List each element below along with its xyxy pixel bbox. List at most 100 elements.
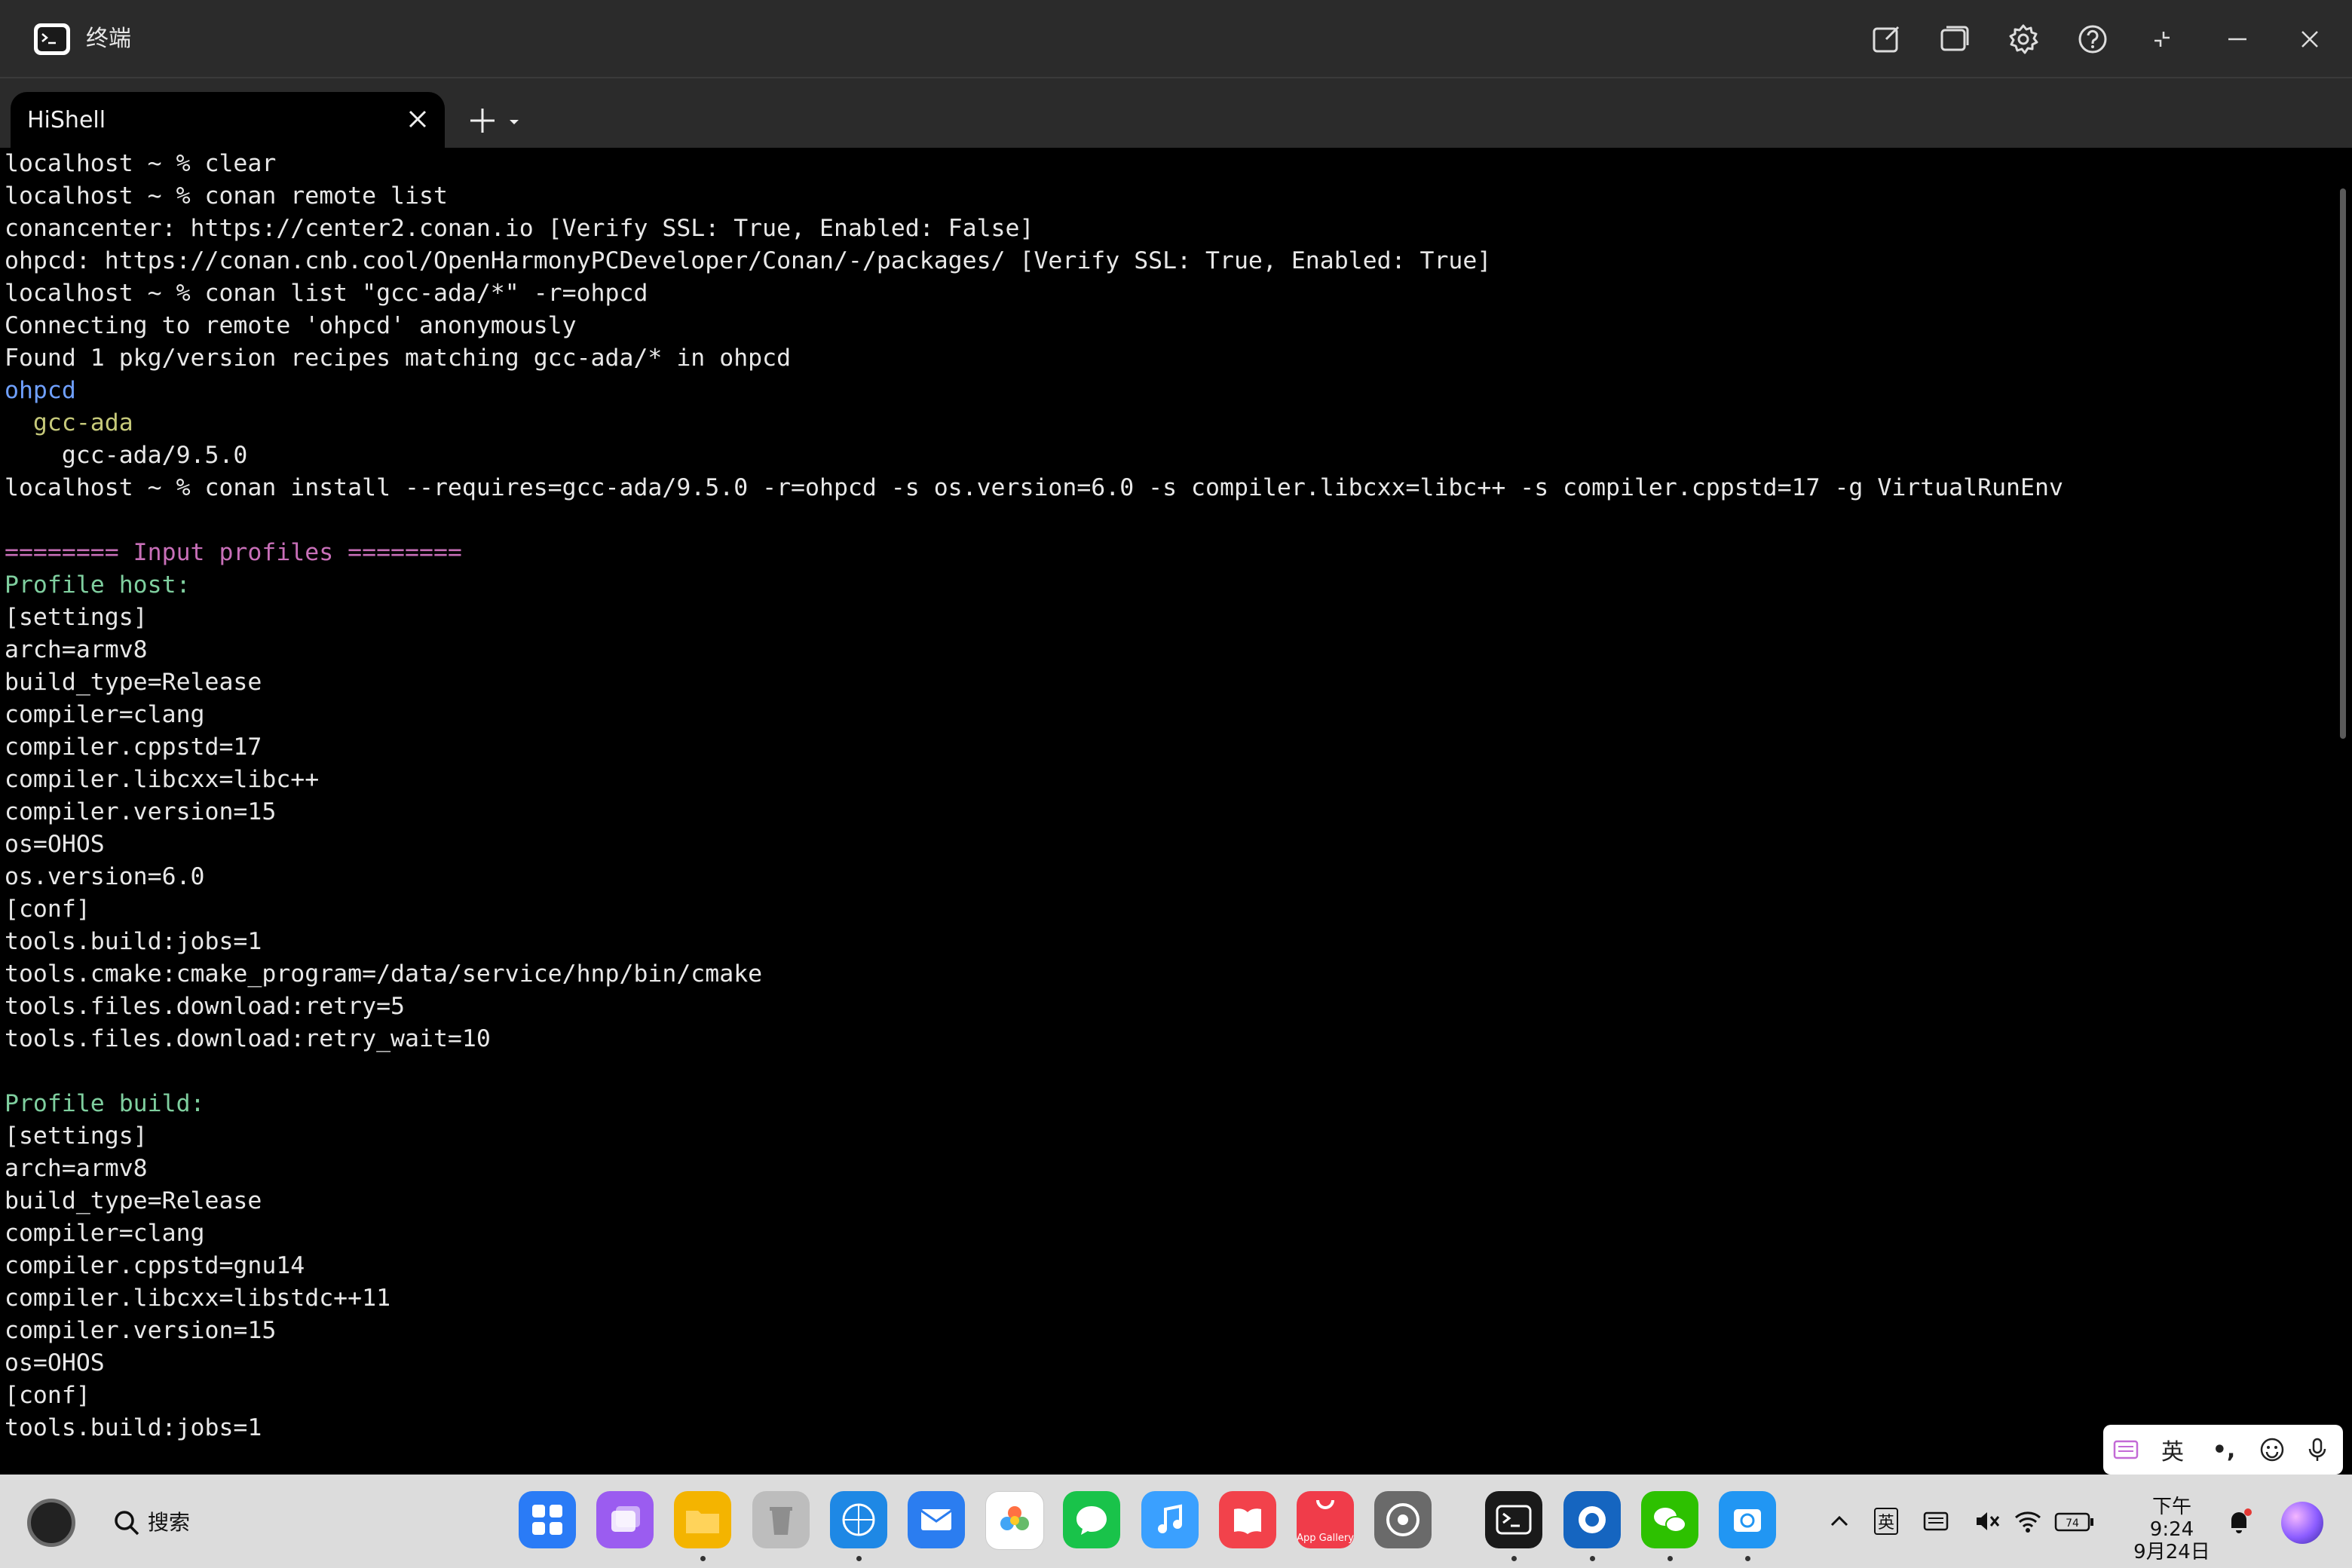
terminal-line: tools.build:jobs=1 — [5, 928, 262, 955]
ime-toolbar: 英 •, — [2103, 1425, 2343, 1475]
ime-emoji-button[interactable] — [2251, 1425, 2293, 1475]
assistant-avatar[interactable] — [2281, 1502, 2323, 1544]
emoji-icon — [2260, 1438, 2284, 1462]
minimize-icon — [2228, 38, 2246, 41]
minimize-button[interactable] — [2216, 18, 2259, 60]
scrollbar[interactable] — [2340, 188, 2346, 739]
terminal-line: [conf] — [5, 896, 90, 923]
search-label[interactable]: 搜索 — [148, 1505, 190, 1541]
terminal-line: ======== Input profiles ======== — [5, 539, 462, 566]
tray-wifi[interactable] — [2011, 1505, 2044, 1538]
tray-keyboard[interactable] — [1919, 1505, 1952, 1538]
ime-punct-button[interactable]: •, — [2201, 1425, 2246, 1475]
ime-lang-button[interactable]: 英 — [2150, 1425, 2195, 1475]
battery-icon: 74 — [2054, 1512, 2093, 1532]
terminal-icon — [1496, 1505, 1532, 1535]
terminal-line: Connecting to remote 'ohpcd' anonymously — [5, 312, 577, 339]
tray-expand-button[interactable] — [1823, 1505, 1856, 1538]
terminal-line: compiler=clang — [5, 1220, 205, 1247]
books-icon — [1234, 1508, 1261, 1534]
dock-app-terminal[interactable] — [1485, 1491, 1542, 1548]
terminal-line: compiler.libcxx=libstdc++11 — [5, 1285, 391, 1312]
terminal-line: arch=armv8 — [5, 636, 148, 663]
terminal-line: Profile build: — [5, 1090, 205, 1117]
terminal-line: Profile host: — [5, 571, 191, 599]
terminal-output[interactable]: localhost ~ % clear localhost ~ % conan r… — [0, 148, 2337, 1475]
terminal-line: localhost ~ % conan install --requires=g… — [5, 474, 2063, 501]
chevron-down-icon[interactable] — [505, 113, 523, 131]
help-icon — [2078, 25, 2107, 54]
terminal-line: arch=armv8 — [5, 1155, 148, 1182]
plus-icon[interactable] — [466, 104, 499, 137]
split-window-button[interactable] — [1933, 18, 1975, 60]
dock-app-app-store[interactable] — [1719, 1491, 1776, 1548]
gallery-icon — [1000, 1506, 1029, 1530]
start-button[interactable] — [27, 1499, 75, 1547]
gear-icon — [2009, 24, 2038, 54]
terminal-line: os=OHOS — [5, 831, 105, 858]
restore-icon — [2154, 32, 2170, 47]
clock[interactable]: 下午9:24 9月24日 — [2130, 1496, 2213, 1563]
wechat-icon — [1654, 1508, 1686, 1533]
running-indicator — [1668, 1556, 1673, 1561]
windows-icon — [1940, 26, 1969, 51]
dock-app-email[interactable] — [908, 1491, 965, 1548]
multitask-icon — [611, 1506, 640, 1532]
ime-keyboard-button[interactable] — [2108, 1425, 2144, 1475]
messages-icon — [1076, 1506, 1107, 1535]
dock-app-wechat[interactable] — [1641, 1491, 1698, 1548]
running-indicator — [1590, 1556, 1595, 1561]
new-window-button[interactable] — [1865, 18, 1907, 60]
running-indicator — [1511, 1556, 1517, 1561]
ime-voice-button[interactable] — [2296, 1425, 2338, 1475]
search-icon[interactable] — [112, 1508, 142, 1538]
settings-button[interactable] — [2002, 18, 2044, 60]
dock-app-multitask[interactable] — [596, 1491, 654, 1548]
terminal-line: compiler.libcxx=libc++ — [5, 766, 320, 793]
terminal-line: conancenter: https://center2.conan.io [V… — [5, 215, 1034, 242]
dock-app-gallery[interactable] — [985, 1491, 1044, 1550]
running-indicator — [700, 1556, 706, 1561]
tray-ime-lang[interactable]: 英 — [1870, 1505, 1903, 1538]
terminal-line: gcc-ada/9.5.0 — [5, 442, 248, 469]
ime-lang-label: 英 — [1873, 1508, 1898, 1535]
terminal-line: build_type=Release — [5, 1187, 262, 1214]
dock-app-music[interactable] — [1141, 1491, 1199, 1548]
terminal-line: tools.build:jobs=1 — [5, 1414, 262, 1441]
window-title: 终端 — [86, 26, 131, 52]
tray-volume[interactable] — [1971, 1505, 2004, 1538]
restore-button[interactable] — [2141, 18, 2183, 60]
running-indicator — [1745, 1556, 1750, 1561]
terminal-line: tools.files.download:retry=5 — [5, 993, 406, 1020]
notification-button[interactable] — [2222, 1505, 2256, 1538]
dock-app-files[interactable] — [674, 1491, 731, 1548]
dock-app-messages[interactable] — [1063, 1491, 1120, 1548]
close-window-button[interactable] — [2289, 18, 2331, 60]
keyboard-icon — [1923, 1511, 1949, 1531]
clock-time: 下午9:24 — [2149, 1496, 2194, 1541]
help-button[interactable] — [2072, 18, 2114, 60]
terminal-line: os.version=6.0 — [5, 863, 205, 890]
tray-battery[interactable]: 74 — [2053, 1505, 2099, 1538]
tab-bar: HiShell — [0, 78, 2352, 148]
dock-app-books[interactable] — [1219, 1491, 1276, 1548]
tab-hishell[interactable]: HiShell — [11, 92, 445, 148]
dock-app-recycle-bin[interactable] — [752, 1491, 810, 1548]
dock-app-meeting[interactable] — [1563, 1491, 1621, 1548]
tab-label: HiShell — [27, 107, 106, 133]
meeting-icon — [1579, 1506, 1606, 1533]
clock-date: 9月24日 — [2133, 1541, 2210, 1563]
terminal-line: Found 1 pkg/version recipes matching gcc… — [5, 345, 792, 372]
terminal-line: [settings] — [5, 604, 148, 631]
chevron-up-icon — [1830, 1515, 1848, 1527]
app-launcher-icon — [532, 1505, 562, 1535]
dock-app-app-launcher[interactable] — [519, 1491, 576, 1548]
close-tab-icon[interactable] — [401, 103, 434, 136]
dock-app-app-gallery[interactable]: App Gallery — [1297, 1491, 1354, 1548]
terminal-line: compiler.version=15 — [5, 798, 277, 825]
dock-app-browser[interactable] — [830, 1491, 887, 1548]
terminal-line: compiler.version=15 — [5, 1317, 277, 1344]
dock-app-settings[interactable] — [1374, 1491, 1432, 1548]
